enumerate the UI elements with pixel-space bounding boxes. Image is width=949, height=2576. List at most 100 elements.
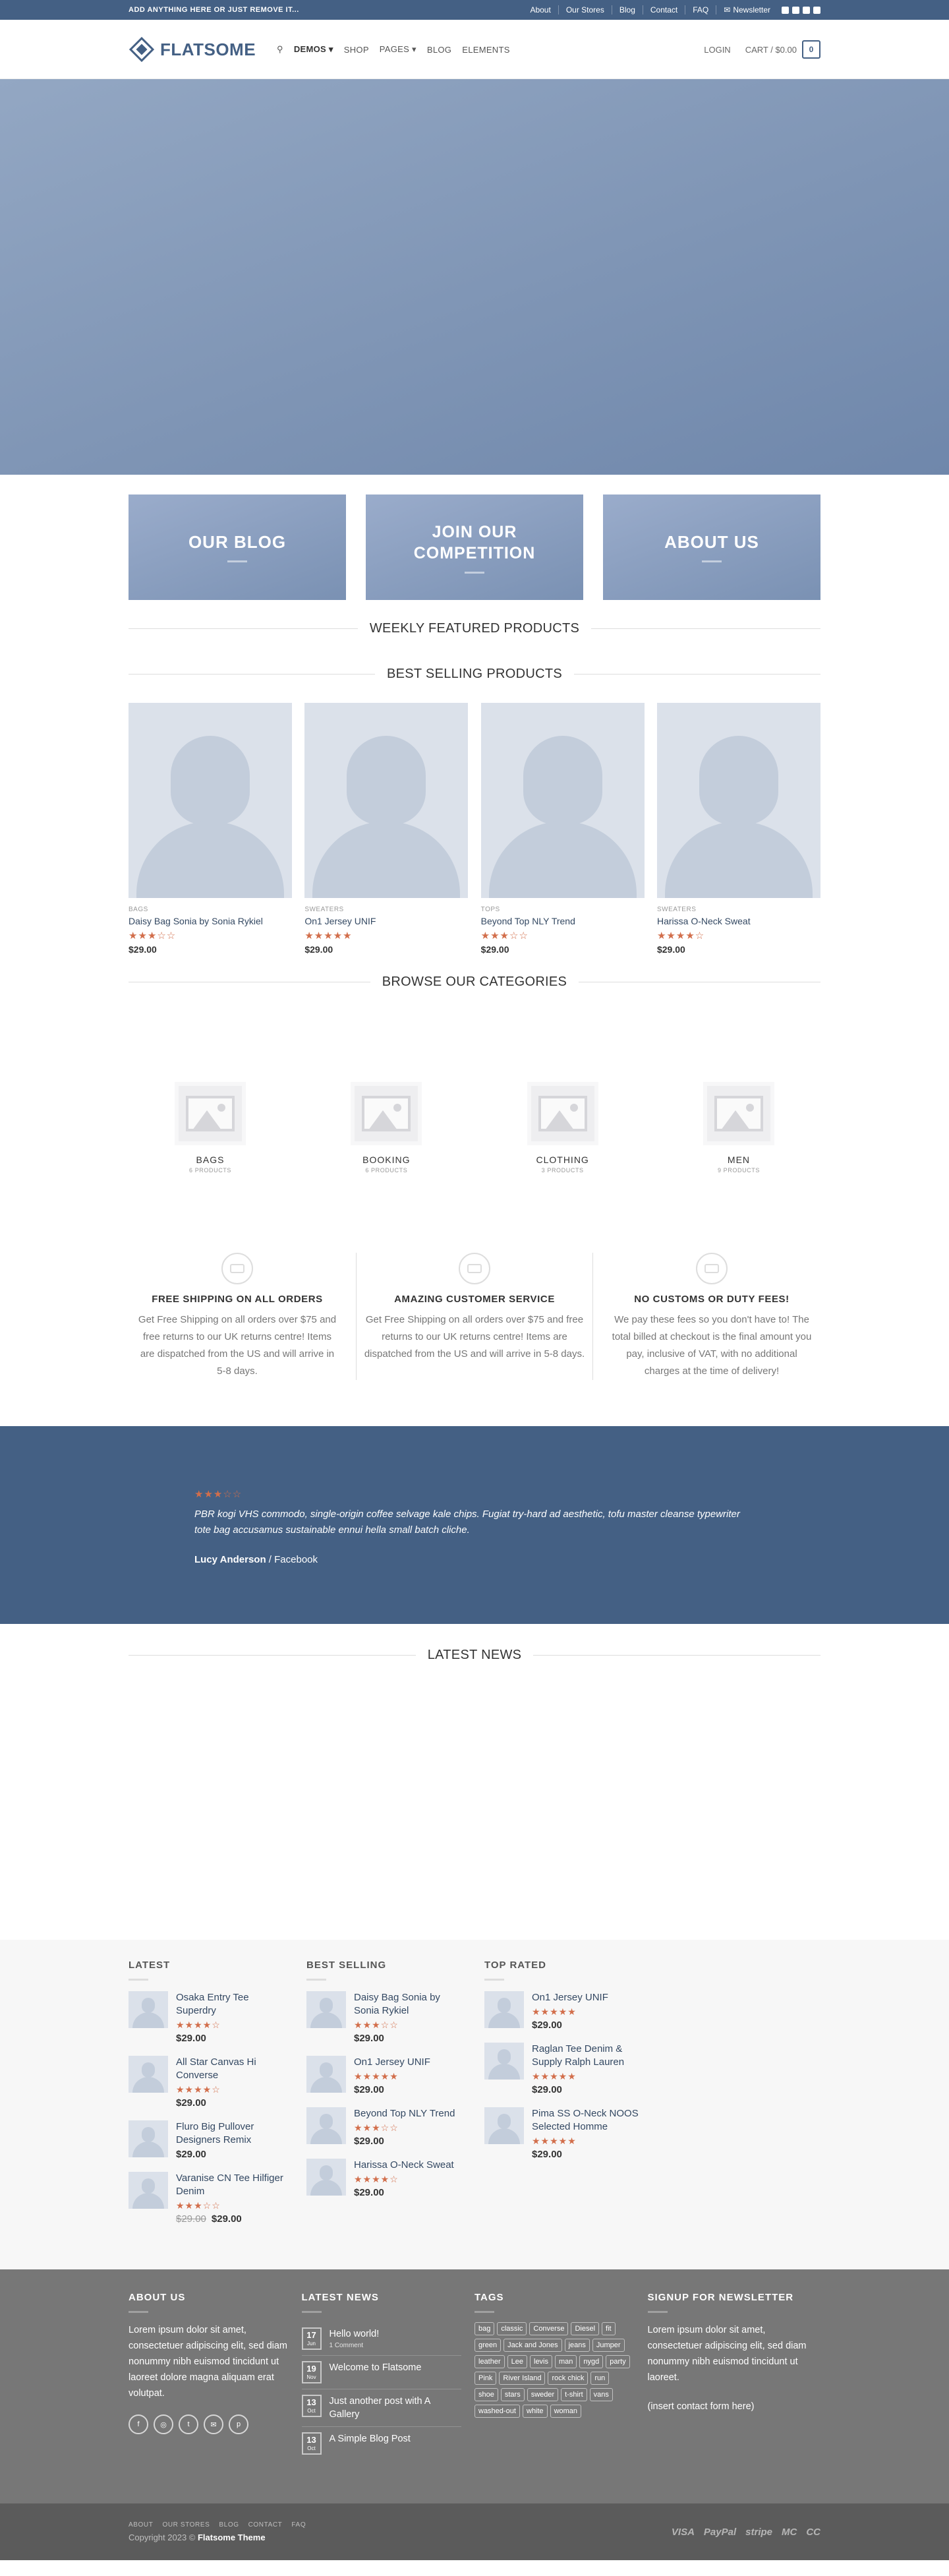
widget-product[interactable]: Varanise CN Tee Hilfiger Denim ★★★☆☆ $29.0… — [129, 2172, 306, 2225]
login-link[interactable]: LOGIN — [704, 45, 730, 55]
pinterest-icon[interactable]: p — [229, 2414, 248, 2434]
tag[interactable]: washed-out — [474, 2405, 520, 2418]
widget-product[interactable]: Fluro Big Pullover Designers Remix $29.00 — [129, 2120, 306, 2160]
product-thumb[interactable] — [129, 2172, 168, 2209]
product-card[interactable]: BAGS Daisy Bag Sonia by Sonia Rykiel ★★★… — [129, 703, 292, 955]
tag[interactable]: Lee — [507, 2355, 527, 2368]
widget-product[interactable]: Daisy Bag Sonia by Sonia Rykiel ★★★☆☆ $29.… — [306, 1991, 484, 2044]
product-card[interactable]: SWEATERS Harissa O-Neck Sweat ★★★★☆ $29.… — [656, 703, 820, 955]
top-link-contact[interactable]: Contact — [643, 5, 686, 15]
footer-link-faq[interactable]: FAQ — [291, 2521, 306, 2529]
post-title[interactable]: Welcome to Flatsome — [330, 2361, 422, 2374]
tag[interactable]: rock chick — [548, 2372, 589, 2385]
tag[interactable]: t-shirt — [561, 2388, 587, 2401]
tag[interactable]: levis — [530, 2355, 553, 2368]
tag[interactable]: Jumper — [592, 2339, 625, 2352]
twitter-icon[interactable] — [803, 6, 810, 14]
category-card[interactable]: BOOKING 6 PRODUCTS — [304, 1082, 468, 1174]
product-image[interactable] — [480, 703, 645, 898]
post-title[interactable]: Just another post with A Gallery — [330, 2395, 462, 2421]
tag[interactable]: Diesel — [571, 2322, 600, 2335]
top-link-about[interactable]: About — [523, 5, 559, 15]
tag[interactable]: Pink — [474, 2372, 497, 2385]
tag[interactable]: bag — [474, 2322, 495, 2335]
tag[interactable]: run — [590, 2372, 610, 2385]
footer-link-about[interactable]: ABOUT — [129, 2521, 153, 2529]
banner-about[interactable]: ABOUT US — [603, 494, 820, 600]
category-card[interactable]: CLOTHING 3 PRODUCTS — [481, 1082, 645, 1174]
tag[interactable]: green — [474, 2339, 502, 2352]
nav-demos[interactable]: DEMOS ▾ — [294, 44, 333, 55]
widget-product-name[interactable]: Raglan Tee Denim & Supply Ralph Lauren — [532, 2043, 644, 2069]
widget-product-name[interactable]: On1 Jersey UNIF — [354, 2056, 466, 2069]
widget-product-name[interactable]: Daisy Bag Sonia by Sonia Rykiel — [354, 1991, 466, 2018]
tag[interactable]: Jack and Jones — [503, 2339, 562, 2352]
tag[interactable]: man — [555, 2355, 577, 2368]
product-image[interactable] — [129, 703, 292, 898]
email-icon[interactable]: ✉ — [204, 2414, 223, 2434]
logo[interactable]: FLATSOME — [129, 36, 277, 63]
facebook-icon[interactable] — [782, 6, 789, 14]
widget-product[interactable]: On1 Jersey UNIF ★★★★★ $29.00 — [484, 1991, 662, 2031]
news-post[interactable]: 19 Nov Welcome to Flatsome — [301, 2356, 461, 2389]
product-thumb[interactable] — [129, 2120, 168, 2157]
tag[interactable]: classic — [497, 2322, 527, 2335]
tag[interactable]: fit — [602, 2322, 616, 2335]
product-thumb[interactable] — [306, 2056, 346, 2093]
product-thumb[interactable] — [484, 2043, 524, 2080]
widget-product-name[interactable]: On1 Jersey UNIF — [532, 1991, 644, 2004]
widget-product[interactable]: Harissa O-Neck Sweat ★★★★☆ $29.00 — [306, 2159, 484, 2198]
banner-blog[interactable]: OUR BLOG — [129, 494, 346, 600]
product-card[interactable]: TOPS Beyond Top NLY Trend ★★★☆☆ $29.00 — [480, 703, 645, 955]
newsletter-link[interactable]: ✉ Newsletter — [716, 5, 778, 15]
category-card[interactable]: BAGS 6 PRODUCTS — [129, 1082, 292, 1174]
tag[interactable]: leather — [474, 2355, 505, 2368]
footer-link-contact[interactable]: CONTACT — [248, 2521, 283, 2529]
widget-product[interactable]: Beyond Top NLY Trend ★★★☆☆ $29.00 — [306, 2107, 484, 2147]
tag[interactable]: nygd — [579, 2355, 604, 2368]
tag[interactable]: stars — [500, 2388, 525, 2401]
tag[interactable]: white — [522, 2405, 548, 2418]
product-thumb[interactable] — [484, 1991, 524, 2028]
nav-shop[interactable]: SHOP — [344, 45, 369, 55]
product-name[interactable]: Beyond Top NLY Trend — [481, 916, 645, 926]
tag[interactable]: party — [606, 2355, 630, 2368]
product-thumb[interactable] — [129, 2056, 168, 2093]
top-link-blog[interactable]: Blog — [612, 5, 643, 15]
post-title[interactable]: Hello world! — [330, 2327, 380, 2341]
banner-competition[interactable]: JOIN OUR COMPETITION — [366, 494, 583, 600]
widget-product-name[interactable]: Beyond Top NLY Trend — [354, 2107, 466, 2120]
tag[interactable]: Converse — [529, 2322, 569, 2335]
product-image[interactable] — [304, 703, 469, 898]
tag[interactable]: shoe — [474, 2388, 498, 2401]
footer-link-stores[interactable]: OUR STORES — [162, 2521, 210, 2529]
widget-product-name[interactable]: Pima SS O-Neck NOOS Selected Homme — [532, 2107, 644, 2134]
widget-product-name[interactable]: Varanise CN Tee Hilfiger Denim — [176, 2172, 288, 2198]
widget-product-name[interactable]: Fluro Big Pullover Designers Remix — [176, 2120, 288, 2147]
nav-pages[interactable]: PAGES ▾ — [380, 44, 417, 55]
tag[interactable]: jeans — [564, 2339, 590, 2352]
email-icon[interactable] — [813, 6, 820, 14]
tag[interactable]: River Island — [499, 2372, 546, 2385]
widget-product[interactable]: All Star Canvas Hi Converse ★★★★☆ $29.00 — [129, 2056, 306, 2109]
tag[interactable]: sweder — [527, 2388, 559, 2401]
instagram-icon[interactable] — [792, 6, 799, 14]
news-post[interactable]: 13 Oct Just another post with A Gallery — [301, 2389, 462, 2427]
news-post[interactable]: 17 Jun Hello world! 1 Comment — [301, 2322, 461, 2356]
cart-link[interactable]: CART / $0.00 0 — [745, 40, 820, 59]
product-card[interactable]: SWEATERS On1 Jersey UNIF ★★★★★ $29.00 — [304, 703, 469, 955]
nav-elements[interactable]: ELEMENTS — [462, 45, 509, 55]
category-card[interactable]: MEN 9 PRODUCTS — [657, 1082, 820, 1174]
footer-link-blog[interactable]: BLOG — [219, 2521, 239, 2529]
widget-product[interactable]: Osaka Entry Tee Superdry ★★★★☆ $29.00 — [129, 1991, 306, 2044]
widget-product-name[interactable]: Harissa O-Neck Sweat — [354, 2159, 466, 2172]
product-thumb[interactable] — [306, 2159, 346, 2196]
widget-product[interactable]: Pima SS O-Neck NOOS Selected Homme ★★★★★ $… — [484, 2107, 662, 2160]
facebook-icon[interactable]: f — [129, 2414, 148, 2434]
product-thumb[interactable] — [484, 2107, 524, 2144]
instagram-icon[interactable]: ◎ — [154, 2414, 173, 2434]
product-name[interactable]: Harissa O-Neck Sweat — [657, 916, 820, 926]
product-image[interactable] — [656, 703, 820, 898]
widget-product-name[interactable]: All Star Canvas Hi Converse — [176, 2056, 288, 2082]
widget-product[interactable]: On1 Jersey UNIF ★★★★★ $29.00 — [306, 2056, 484, 2095]
